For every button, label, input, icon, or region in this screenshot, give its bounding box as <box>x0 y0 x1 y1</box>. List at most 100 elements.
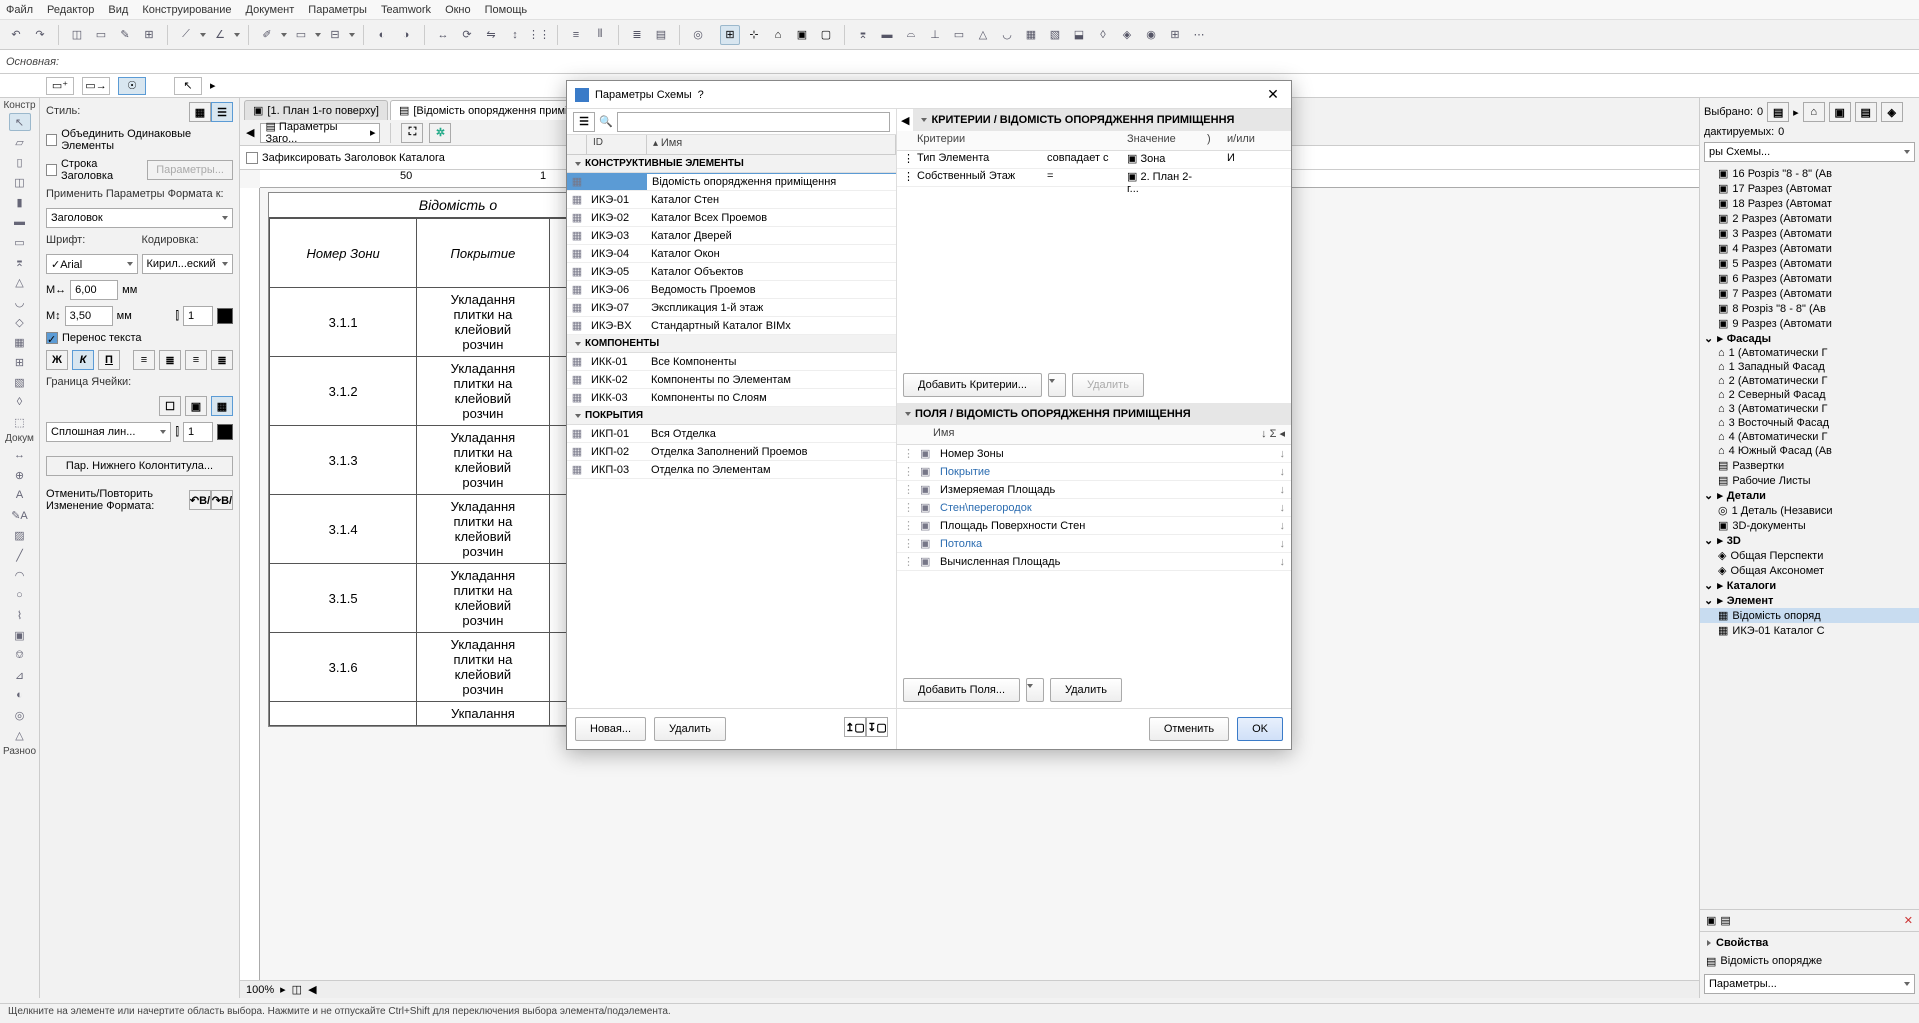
object-tool-icon[interactable]: ⬚ <box>9 413 31 431</box>
lamp-icon[interactable]: ◉ <box>1141 25 1161 45</box>
rotate-icon[interactable]: ⟳ <box>457 25 477 45</box>
measure-icon[interactable]: ⟋ <box>176 25 196 45</box>
apply-dropdown[interactable]: Заголовок <box>46 208 233 228</box>
dist-icon[interactable]: ⫴ <box>590 25 610 45</box>
tree-item[interactable]: ▣17 Разрез (Автомат <box>1700 181 1919 196</box>
label-tool-icon[interactable]: ✎A <box>9 506 31 524</box>
menu-edit[interactable]: Редактор <box>47 4 94 16</box>
tree-item[interactable]: ▣9 Разрез (Автомати <box>1700 316 1919 331</box>
category-row[interactable]: ПОКРЫТИЯ <box>567 407 896 425</box>
tree-item[interactable]: ◈Общая Перспекти <box>1700 548 1919 563</box>
line-dropdown[interactable]: Сплошная лин... <box>46 422 171 442</box>
angle-icon[interactable]: ∠ <box>210 25 230 45</box>
nav-chev-icon[interactable]: ▸ <box>1793 106 1799 119</box>
window-tool-icon[interactable]: ◫ <box>9 173 31 191</box>
tree-item[interactable]: ⌂4 Южный Фасад (Ав <box>1700 444 1919 458</box>
refresh-icon[interactable]: ✲ <box>429 123 451 143</box>
zoom-fit-icon[interactable]: ◫ <box>292 983 302 996</box>
align-just-icon[interactable]: ≣ <box>211 350 233 370</box>
menu-help[interactable]: Помощь <box>485 4 528 16</box>
align-left-icon[interactable]: ≡ <box>133 350 155 370</box>
tree-item[interactable]: ▣7 Разрез (Автомати <box>1700 286 1919 301</box>
zone-icon[interactable]: ▧ <box>1045 25 1065 45</box>
align-right-icon[interactable]: ≡ <box>185 350 207 370</box>
net-icon[interactable]: ⊞ <box>139 25 159 45</box>
tree-folder[interactable]: ⌄▸Фасады <box>1700 331 1919 346</box>
tree-folder[interactable]: ⌄▸3D <box>1700 533 1919 548</box>
export-icon[interactable]: ↧▢ <box>866 717 888 737</box>
grid2-icon[interactable]: ⊞ <box>1165 25 1185 45</box>
fit-icon[interactable]: ⛶ <box>401 123 423 143</box>
wand-icon[interactable]: ✎ <box>115 25 135 45</box>
search-icon[interactable]: 🔍 <box>599 115 613 128</box>
cut-icon[interactable]: ◫ <box>67 25 87 45</box>
align-center-icon[interactable]: ≣ <box>159 350 181 370</box>
search-input[interactable] <box>617 112 890 132</box>
dim-tool-icon[interactable]: ↔ <box>9 446 31 464</box>
add-criteria-button[interactable]: Добавить Критерии... <box>903 373 1042 397</box>
encoding-dropdown[interactable]: Кирил...еский <box>142 254 234 274</box>
field-row[interactable]: ⋮▣Измеряемая Площадь↓ <box>897 481 1291 499</box>
zone-tool-icon[interactable]: ▧ <box>9 373 31 391</box>
pen-color-swatch[interactable] <box>217 308 233 324</box>
scheme-row[interactable]: ▦ИКП-01Вся Отделка <box>567 425 896 443</box>
new-scheme-button[interactable]: Новая... <box>575 717 646 741</box>
field-row[interactable]: ⋮▣Вычисленная Площадь↓ <box>897 553 1291 571</box>
shell-tool-icon[interactable]: ◡ <box>9 293 31 311</box>
door-tool-icon[interactable]: ▯ <box>9 153 31 171</box>
redo-icon[interactable]: ↷ <box>30 25 50 45</box>
scheme-row[interactable]: ▦ИКП-02Отделка Заполнений Проемов <box>567 443 896 461</box>
arrow-icon[interactable]: ↖ <box>174 77 202 95</box>
field-row[interactable]: ⋮▣Стен\перегородок↓ <box>897 499 1291 517</box>
help-icon[interactable]: ? <box>698 89 704 101</box>
column-icon[interactable]: ⊥ <box>925 25 945 45</box>
elev-icon[interactable]: ↕ <box>505 25 525 45</box>
menu-document[interactable]: Документ <box>246 4 295 16</box>
tree-item[interactable]: ▣4 Разрез (Автомати <box>1700 241 1919 256</box>
scheme-row[interactable]: ▦ИКЭ-BXСтандартный Каталог BIMx <box>567 317 896 335</box>
ie-tool-icon[interactable]: ◐ <box>9 686 31 704</box>
tree-item[interactable]: ◈Общая Аксономет <box>1700 563 1919 578</box>
size-height-input[interactable] <box>65 306 113 326</box>
misc-icon[interactable]: ⋯ <box>1189 25 1209 45</box>
move-icon[interactable]: ↔ <box>433 25 453 45</box>
tree-item[interactable]: ▣3D-документы <box>1700 518 1919 533</box>
menu-view[interactable]: Вид <box>108 4 128 16</box>
bridge-icon[interactable]: ⌓ <box>901 25 921 45</box>
field-row[interactable]: ⋮▣Потолка↓ <box>897 535 1291 553</box>
skylight-tool-icon[interactable]: ◇ <box>9 313 31 331</box>
tree-item[interactable]: ▣3 Разрез (Автомати <box>1700 226 1919 241</box>
grid-snap-icon[interactable]: ⊞ <box>720 25 740 45</box>
pen-input[interactable] <box>183 306 213 326</box>
scheme-row[interactable]: ▦ИКЭ-04Каталог Окон <box>567 245 896 263</box>
home-icon[interactable]: ⌂ <box>768 25 788 45</box>
tree-item[interactable]: ▣6 Разрез (Автомати <box>1700 271 1919 286</box>
zoom-value[interactable]: 100% <box>246 984 274 996</box>
menu-teamwork[interactable]: Teamwork <box>381 4 431 16</box>
morph-icon[interactable]: ◊ <box>1093 25 1113 45</box>
fix-header-checkbox[interactable] <box>246 152 258 164</box>
nav-home-icon[interactable]: ⌂ <box>1803 102 1825 122</box>
import-icon[interactable]: ↥▢ <box>844 717 866 737</box>
scheme-row[interactable]: ▦ИКЭ-05Каталог Объектов <box>567 263 896 281</box>
beam-icon[interactable]: ▬ <box>877 25 897 45</box>
roof-icon[interactable]: △ <box>973 25 993 45</box>
tree-item[interactable]: ⌂3 (Автоматически Г <box>1700 402 1919 416</box>
menu-window[interactable]: Окно <box>445 4 471 16</box>
del-fields-button[interactable]: Удалить <box>1050 678 1122 702</box>
project-tree[interactable]: ▣16 Розріз "8 - 8" (Ав▣17 Разрез (Автома… <box>1700 166 1919 909</box>
border-outer-icon[interactable]: ▣ <box>185 396 207 416</box>
close-icon[interactable]: ✕ <box>1263 86 1283 103</box>
stair-tool-icon[interactable]: ⌆ <box>9 253 31 271</box>
rect-icon[interactable]: ▭ <box>291 25 311 45</box>
tracker-icon[interactable]: ◎ <box>688 25 708 45</box>
tab-plan[interactable]: ▣[1. План 1-го поверху] <box>244 100 388 120</box>
brush-icon[interactable]: ✐ <box>257 25 277 45</box>
tree-item[interactable]: ⌂3 Восточный Фасад <box>1700 416 1919 430</box>
change-tool-icon[interactable]: △ <box>9 726 31 744</box>
split-icon[interactable]: ⊟ <box>325 25 345 45</box>
tree-item[interactable]: ⌂2 Северный Фасад <box>1700 388 1919 402</box>
circle-tool-icon[interactable]: ○ <box>9 586 31 604</box>
scheme-param-dropdown[interactable]: ▤ Параметры Заго...▸ <box>260 123 380 143</box>
tree-view-icon[interactable]: ☰ <box>573 112 595 132</box>
